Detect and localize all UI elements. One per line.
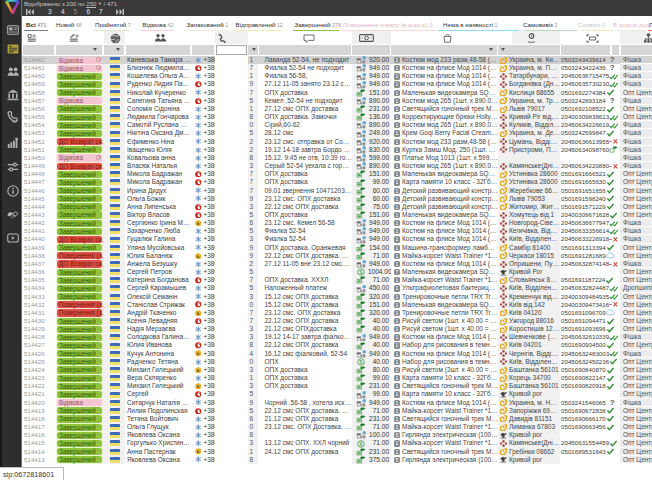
svg-text:$: $ <box>359 269 363 275</box>
svg-text:$: $ <box>359 441 363 447</box>
svg-text:$: $ <box>359 359 363 365</box>
